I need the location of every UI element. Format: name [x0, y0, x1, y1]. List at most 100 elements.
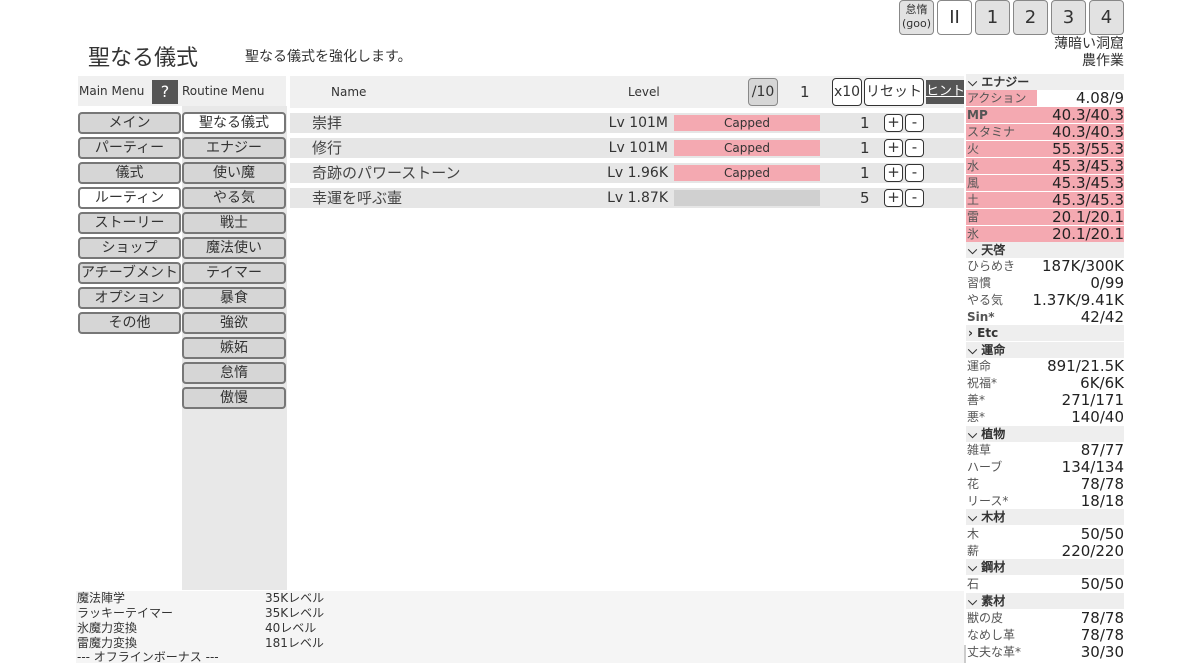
speed-3-button[interactable]: 3 — [1051, 0, 1086, 35]
plus-button[interactable]: + — [884, 164, 903, 182]
energy-section-header[interactable]: ⌵ エナジー — [966, 74, 1124, 90]
main-menu-routine[interactable]: ルーティン — [78, 187, 181, 209]
resource-row: 風 45.3/45.3 — [966, 175, 1124, 191]
hint-button[interactable]: ヒント — [926, 80, 964, 104]
resource-label: MP — [967, 108, 988, 122]
minus-button[interactable]: - — [905, 114, 924, 132]
etc-section-header[interactable]: › Etc — [966, 325, 1124, 341]
progress-bar — [674, 190, 820, 206]
fate-section-header[interactable]: ⌵ 運命 — [966, 342, 1124, 358]
bonus-value: 35Kレベル — [265, 606, 325, 620]
help-button[interactable]: ? — [152, 80, 178, 104]
main-menu-party[interactable]: パーティー — [78, 137, 181, 159]
sloth-button[interactable]: 怠惰 (ɡoo) — [899, 0, 934, 35]
main-menu-other[interactable]: その他 — [78, 312, 181, 334]
chevron-down-icon: ⌵ — [968, 560, 978, 574]
resource-value: 55.3/55.3 — [1052, 140, 1124, 158]
reset-button[interactable]: リセット — [864, 78, 924, 106]
ore-head-label: 鋼材 — [981, 560, 1006, 574]
main-menu-main[interactable]: メイン — [78, 112, 181, 134]
row-name: 奇跡のパワーストーン — [312, 164, 461, 182]
resource-value: 78/78 — [1080, 475, 1124, 493]
table-row: 崇拝 Lv 101M Capped 1 + - — [290, 113, 964, 133]
resource-value: 18/18 — [1080, 492, 1124, 510]
minus-button[interactable]: - — [905, 164, 924, 182]
main-menu-shop[interactable]: ショップ — [78, 237, 181, 259]
tenkei-head-label: 天啓 — [981, 243, 1006, 257]
routine-menu-holy-ritual[interactable]: 聖なる儀式 — [182, 112, 286, 134]
resource-row: 石 50/50 — [966, 576, 1124, 592]
routine-menu-gluttony[interactable]: 暴食 — [182, 287, 286, 309]
resource-value: 187K/300K — [1042, 257, 1124, 275]
resource-value: 78/78 — [1080, 609, 1124, 627]
pause-button[interactable]: II — [937, 0, 972, 35]
routine-menu-familiar[interactable]: 使い魔 — [182, 162, 286, 184]
routine-menu-sloth[interactable]: 怠惰 — [182, 362, 286, 384]
material-head-label: 素材 — [981, 594, 1006, 608]
chevron-down-icon: ⌵ — [968, 75, 978, 89]
row-level: Lv 101M — [608, 140, 668, 156]
resource-row: Sin* 42/42 — [966, 309, 1124, 325]
progress-bar: Capped — [674, 140, 820, 156]
resource-row: 習慣 0/99 — [966, 275, 1124, 291]
main-menu-achievement[interactable]: アチーブメント — [78, 262, 181, 284]
routine-menu-warrior[interactable]: 戦士 — [182, 212, 286, 234]
plus-button[interactable]: + — [884, 139, 903, 157]
chevron-down-icon: ⌵ — [968, 510, 978, 524]
speed-4-button[interactable]: 4 — [1089, 0, 1124, 35]
resource-label: 風 — [967, 176, 980, 190]
sloth-label: 怠惰 — [905, 3, 928, 16]
routine-menu-envy[interactable]: 嫉妬 — [182, 337, 286, 359]
tenkei-section-header[interactable]: ⌵ 天啓 — [966, 242, 1124, 258]
minus-button[interactable]: - — [905, 139, 924, 157]
routine-menu-pride[interactable]: 傲慢 — [182, 387, 286, 409]
wood-section-header[interactable]: ⌵ 木材 — [966, 509, 1124, 525]
resource-label: 花 — [967, 477, 980, 491]
bonus-value: 181レベル — [265, 636, 324, 650]
resource-row: 水 45.3/45.3 — [966, 158, 1124, 174]
main-menu-options[interactable]: オプション — [78, 287, 181, 309]
resource-value: 20.1/20.1 — [1052, 225, 1124, 243]
ore-section-header[interactable]: ⌵ 鋼材 — [966, 559, 1124, 575]
resource-label: 薪 — [967, 544, 980, 558]
sloth-face: (ɡoo) — [901, 17, 932, 30]
resource-value: 45.3/45.3 — [1052, 157, 1124, 175]
batch-count: 1 — [800, 83, 810, 101]
row-name: 崇拝 — [312, 114, 343, 132]
chevron-down-icon: ⌵ — [968, 427, 978, 441]
speed-2-button[interactable]: 2 — [1013, 0, 1048, 35]
location-info: 薄暗い洞窟 農作業 — [1054, 36, 1124, 70]
plus-button[interactable]: + — [884, 114, 903, 132]
resource-label: ハーブ — [967, 460, 1003, 474]
main-menu-story[interactable]: ストーリー — [78, 212, 181, 234]
bonus-label: 氷魔力変換 — [77, 621, 138, 635]
resource-label: 善* — [967, 393, 986, 407]
resource-value: 45.3/45.3 — [1052, 191, 1124, 209]
routine-menu-tamer[interactable]: テイマー — [182, 262, 286, 284]
routine-menu-greed[interactable]: 強欲 — [182, 312, 286, 334]
routine-menu-motivation[interactable]: やる気 — [182, 187, 286, 209]
routine-menu-mage[interactable]: 魔法使い — [182, 237, 286, 259]
resource-label: 習慣 — [967, 276, 992, 290]
routine-menu-energy[interactable]: エナジー — [182, 137, 286, 159]
resource-row: 火 55.3/55.3 — [966, 141, 1124, 157]
table-row: 幸運を呼ぶ壷 Lv 1.87K 5 + - — [290, 188, 964, 208]
material-section-header[interactable]: ⌵ 素材 — [966, 593, 1124, 609]
resource-label: なめし革 — [967, 628, 1016, 642]
divide-10-button[interactable]: /10 — [748, 78, 778, 106]
resource-row: 祝福* 6K/6K — [966, 375, 1124, 391]
speed-1-button[interactable]: 1 — [975, 0, 1010, 35]
minus-button[interactable]: - — [905, 189, 924, 207]
resource-label: 丈夫な革* — [967, 645, 1022, 659]
bonus-label: 雷魔力変換 — [77, 636, 138, 650]
plus-button[interactable]: + — [884, 189, 903, 207]
main-menu-ritual[interactable]: 儀式 — [78, 162, 181, 184]
chevron-down-icon: ⌵ — [968, 594, 978, 608]
resource-label: 土 — [967, 193, 980, 207]
plant-section-header[interactable]: ⌵ 植物 — [966, 426, 1124, 442]
resource-value: 42/42 — [1080, 308, 1124, 326]
resource-row: 獣の皮 78/78 — [966, 610, 1124, 626]
row-count: 1 — [860, 164, 870, 182]
multiply-10-button[interactable]: x10 — [832, 78, 862, 106]
resource-label: 氷 — [967, 227, 980, 241]
